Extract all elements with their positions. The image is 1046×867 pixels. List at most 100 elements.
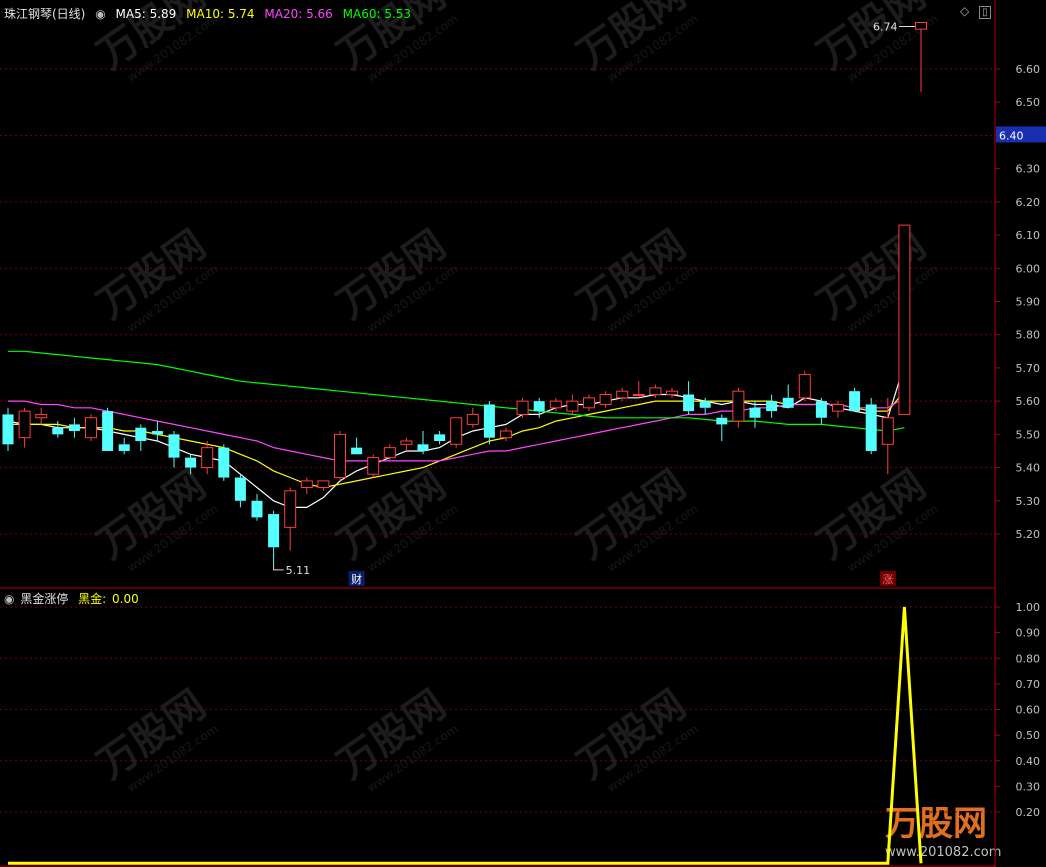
sub-panel-title: 黑金涨停	[20, 592, 69, 606]
candle-body	[798, 374, 811, 399]
candle[interactable]	[749, 401, 761, 428]
candle[interactable]	[400, 437, 413, 451]
price-tick-label: 6.50	[1016, 96, 1041, 109]
candle-body	[201, 447, 214, 469]
stock-chart-canvas[interactable]: 万股网www.201082.com 万股网www.201082.com 万股网www…	[0, 0, 1046, 867]
candle[interactable]	[632, 381, 645, 398]
candle[interactable]	[218, 444, 230, 481]
candle[interactable]	[798, 371, 811, 402]
candle-body	[400, 440, 413, 445]
price-tick-label: 5.30	[1016, 495, 1041, 508]
candle[interactable]	[18, 407, 31, 448]
price-tick-label: 5.80	[1016, 329, 1041, 342]
price-tick-label: 6.30	[1016, 163, 1041, 176]
candle-body	[383, 447, 396, 459]
ma5-legend: MA5: 5.89	[115, 7, 177, 21]
candle-body	[218, 447, 230, 478]
candle-body	[168, 434, 180, 458]
indicator-value-label: 黑金:	[78, 592, 107, 606]
price-tick-label: 6.10	[1016, 229, 1041, 242]
candle[interactable]	[151, 421, 163, 441]
expand-icon[interactable]: ▯	[979, 6, 991, 19]
candle-body	[234, 477, 246, 501]
candle-body	[782, 397, 794, 408]
candle-body	[300, 480, 313, 489]
high-price-label: 6.74	[873, 21, 898, 34]
candle-body	[716, 417, 728, 425]
candle-body	[865, 404, 877, 451]
candle[interactable]	[351, 437, 363, 455]
candle[interactable]	[434, 431, 446, 445]
candle-body	[683, 394, 695, 412]
price-tick-label: 6.20	[1016, 196, 1041, 209]
candle[interactable]	[251, 494, 263, 521]
indicator-tick-label: 0.50	[1016, 729, 1041, 742]
candle[interactable]	[881, 397, 894, 475]
candle[interactable]	[234, 474, 246, 508]
candle[interactable]	[732, 387, 745, 428]
candle[interactable]	[516, 397, 529, 418]
candle[interactable]	[85, 414, 97, 441]
candle[interactable]	[766, 394, 778, 418]
collapse-icon[interactable]: ◉	[4, 592, 14, 606]
ma20-legend: MA20: 5.66	[264, 7, 333, 21]
collapse-icon[interactable]: ◉	[95, 7, 105, 21]
candle[interactable]	[583, 394, 595, 412]
candle[interactable]	[268, 510, 280, 564]
candle[interactable]	[201, 441, 214, 475]
candle-body	[849, 391, 861, 412]
event-marker-label: 涨	[882, 573, 893, 586]
candle[interactable]	[417, 431, 429, 455]
price-tick-label: 5.60	[1016, 395, 1041, 408]
candle[interactable]	[832, 401, 844, 418]
candle-body	[832, 403, 844, 412]
candle[interactable]	[102, 407, 114, 451]
candle-body	[732, 390, 745, 422]
low-price-label: 5.11	[286, 564, 311, 577]
diamond-icon[interactable]: ◇	[960, 4, 969, 18]
candle[interactable]	[566, 394, 579, 415]
candle[interactable]	[483, 401, 495, 445]
candle[interactable]	[450, 417, 463, 448]
candle[interactable]	[666, 387, 678, 398]
candle[interactable]	[865, 397, 877, 455]
indicator-value: 0.00	[112, 592, 139, 606]
candle[interactable]	[716, 414, 728, 441]
candle[interactable]	[815, 397, 827, 425]
candle-body	[666, 390, 678, 395]
candle-body	[367, 457, 380, 475]
candle[interactable]	[367, 454, 380, 478]
candle[interactable]	[68, 417, 80, 438]
candle[interactable]	[849, 387, 861, 412]
candle[interactable]	[599, 391, 612, 408]
event-marker-label: 财	[351, 572, 362, 586]
candle[interactable]	[683, 381, 695, 415]
price-tick-label: 5.90	[1016, 296, 1041, 309]
candle-body	[52, 427, 64, 435]
candle[interactable]	[284, 487, 297, 551]
candle[interactable]	[300, 477, 313, 495]
candle[interactable]	[168, 431, 180, 468]
candle[interactable]	[334, 431, 346, 481]
candle-body	[85, 417, 97, 439]
candle[interactable]	[466, 407, 479, 428]
candle-body	[815, 401, 827, 418]
candle[interactable]	[782, 384, 794, 408]
candle-body	[151, 431, 163, 435]
candle-body	[500, 430, 512, 439]
candle-body	[881, 417, 894, 445]
candle[interactable]	[35, 407, 48, 425]
candle-body	[533, 401, 545, 412]
candle-body	[68, 424, 80, 432]
candle-body	[434, 434, 446, 441]
candle[interactable]	[898, 224, 911, 415]
candle-body	[466, 413, 479, 425]
candle[interactable]	[317, 480, 330, 491]
candle[interactable]	[118, 437, 130, 455]
indicator-tick-label: 0.80	[1016, 652, 1041, 665]
candle[interactable]	[383, 444, 396, 461]
ma10-legend: MA10: 5.74	[186, 7, 255, 21]
candle[interactable]	[2, 407, 14, 451]
candle[interactable]	[135, 424, 147, 451]
candle[interactable]	[52, 421, 64, 438]
